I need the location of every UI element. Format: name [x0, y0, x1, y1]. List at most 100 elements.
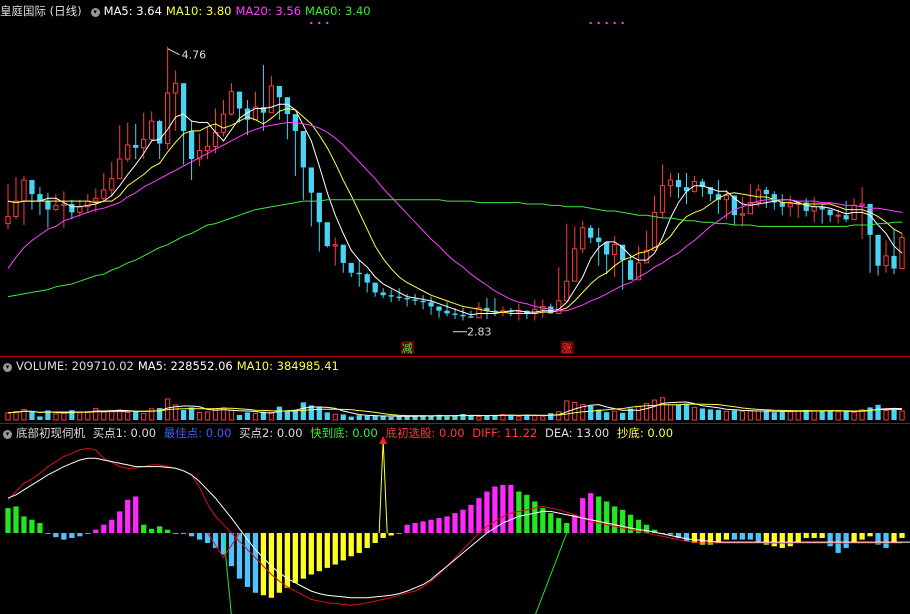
indicator-item: 买点2: 0.00 — [239, 426, 303, 440]
volume-bar — [372, 416, 378, 420]
indicator-bar — [13, 506, 19, 533]
indicator-bar — [468, 504, 474, 533]
volume-bar — [340, 414, 346, 420]
volume-bar — [380, 416, 386, 420]
candle-body — [77, 206, 83, 213]
volume-bar — [596, 409, 602, 420]
candle-body — [779, 202, 785, 207]
volume-bar — [540, 416, 546, 421]
candle-body — [452, 313, 458, 315]
indicator-bar — [77, 533, 83, 537]
indicator-bar — [683, 533, 690, 542]
indicator-bar — [843, 533, 849, 548]
volume-bar — [13, 411, 19, 421]
chevron-down-icon[interactable]: ▾ — [90, 8, 100, 17]
volume-bar — [141, 413, 147, 421]
indicator-bar — [228, 533, 235, 567]
volume-bar — [755, 410, 761, 421]
ma10-legend: MA10: 3.80 — [165, 4, 232, 18]
candle-body — [69, 203, 75, 213]
volume-ma10-legend: MA10: 384985.41 — [236, 359, 339, 373]
indicator-bar — [867, 533, 873, 537]
candle-body — [340, 244, 346, 263]
volume-bar — [691, 406, 698, 421]
volume-bar — [452, 415, 458, 420]
candle-body — [675, 180, 682, 188]
chevron-down-icon[interactable]: ▾ — [3, 363, 12, 372]
candle-body — [811, 206, 817, 212]
volume-bar — [468, 415, 474, 420]
candle-body — [859, 203, 865, 206]
candle-body — [763, 189, 769, 195]
indicator-bar — [827, 533, 833, 547]
candle-body — [220, 113, 227, 133]
volume-bar — [747, 410, 753, 421]
candle-body — [468, 316, 474, 318]
indicator-bar — [755, 533, 761, 543]
stock-chart[interactable]: 4.76 2.83 减 涨 — [0, 0, 910, 614]
candle-body — [883, 255, 889, 267]
indicator-bar — [500, 484, 506, 533]
volume-bar — [428, 416, 434, 420]
indicator-bar — [436, 518, 442, 533]
candle-body — [596, 237, 602, 242]
volume-bar — [5, 412, 11, 421]
volume-bar — [53, 413, 59, 421]
chevron-down-icon[interactable]: ▾ — [3, 430, 12, 439]
volume-bar — [444, 416, 450, 420]
volume-bar — [787, 411, 793, 421]
top-dot-marker — [613, 22, 616, 24]
volume-bar — [188, 407, 195, 420]
candle-body — [29, 180, 35, 195]
indicator-item: DIFF: 11.22 — [472, 426, 538, 440]
indicator-bar — [356, 533, 362, 553]
indicator-bar — [883, 533, 889, 548]
indicator-bar — [564, 523, 570, 533]
indicator-bar — [69, 533, 75, 538]
top-dot-marker — [589, 22, 592, 24]
candle-body — [396, 296, 402, 299]
volume-bar — [356, 415, 362, 420]
high-price-label: 4.76 — [182, 49, 207, 62]
volume-bar — [819, 411, 825, 420]
candle-body — [420, 300, 426, 303]
indicator-bar — [372, 533, 378, 543]
candle-body — [5, 216, 11, 225]
indicator-bar — [723, 533, 730, 540]
indicator-bar — [348, 533, 354, 557]
candle-body — [667, 179, 674, 187]
volume-bar — [827, 410, 833, 420]
volume-bar — [811, 410, 817, 421]
indicator-bar — [508, 484, 514, 533]
top-dot-marker — [310, 22, 313, 24]
indicator-bar — [252, 533, 259, 593]
top-dot-marker — [621, 22, 624, 24]
volume-bar — [651, 399, 658, 421]
candle-body — [204, 145, 211, 152]
indicator-bar — [492, 486, 498, 533]
indicator-bar — [556, 518, 562, 533]
candle-body — [180, 83, 187, 131]
indicator-bar — [444, 516, 450, 533]
volume-bar — [699, 408, 706, 420]
volume-legend: VOLUME: 209710.02 — [16, 359, 134, 373]
volume-bar — [276, 406, 283, 420]
ma60-legend: MA60: 3.40 — [305, 4, 371, 18]
indicator-panel-header: ▾ 底部初现伺机 买点1: 0.00 最佳点: 0.00 买点2: 0.00 快到… — [0, 424, 677, 442]
candle-body — [117, 158, 123, 180]
volume-bar — [851, 411, 857, 421]
top-dot-marker — [318, 22, 321, 24]
candle-body — [324, 222, 330, 247]
volume-bar — [364, 415, 370, 420]
volume-bar — [180, 410, 187, 420]
candle-body — [388, 295, 394, 297]
indicator-bar — [803, 533, 809, 538]
indicator-bar — [141, 524, 147, 533]
indicator-bar — [891, 533, 897, 543]
main-panel-header: 皇庭国际 (日线) ▾ MA5: 3.64 MA10: 3.80 MA20: 3.56 M… — [0, 2, 375, 20]
volume-bar — [85, 411, 91, 421]
indicator-bar — [149, 528, 155, 533]
candle-body — [133, 144, 139, 148]
indicator-bar — [859, 533, 865, 540]
ma5-legend: MA5: 3.64 — [103, 4, 162, 18]
